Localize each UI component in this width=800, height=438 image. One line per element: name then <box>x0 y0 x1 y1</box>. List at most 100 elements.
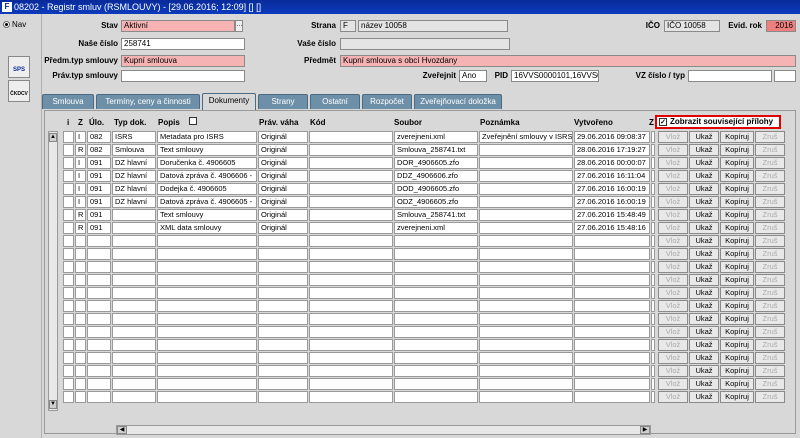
cell-popis[interactable]: Metadata pro ISRS <box>157 131 257 143</box>
cell-ulo[interactable] <box>87 365 111 377</box>
table-row[interactable]: I 091 DZ hlavní Datová zpráva č. 4906606 -O… <box>48 170 788 183</box>
cell-vytvoreno[interactable]: 27.06.2016 16:00:19 <box>574 196 650 208</box>
ukaz-button[interactable]: Ukaž <box>689 131 719 143</box>
cell-i[interactable] <box>63 235 74 247</box>
cell-kod[interactable] <box>309 183 393 195</box>
cell-z2[interactable] <box>651 261 655 273</box>
predm-typ-field[interactable]: Kupní smlouva <box>121 55 245 67</box>
horizontal-scrollbar[interactable]: ◀ ▶ <box>116 425 651 435</box>
strana-code-field[interactable]: F <box>340 20 356 32</box>
vloz-button[interactable]: Vlož <box>658 287 688 299</box>
cell-popis[interactable]: Dodejka č. 4906605 <box>157 183 257 195</box>
cell-soubor[interactable] <box>394 391 478 403</box>
kopiruj-button[interactable]: Kopíruj <box>720 196 754 208</box>
cell-typ[interactable]: DZ hlavní <box>112 157 156 169</box>
cell-poznamka[interactable] <box>479 326 573 338</box>
table-row[interactable]: Vlož Ukaž Kopíruj Zruš <box>48 248 788 261</box>
cell-kod[interactable] <box>309 339 393 351</box>
cell-popis[interactable] <box>157 326 257 338</box>
evid-rok-field[interactable]: 2016 <box>766 20 796 32</box>
table-row[interactable]: Vlož Ukaž Kopíruj Zruš <box>48 313 788 326</box>
cell-ulo[interactable]: 091 <box>87 196 111 208</box>
kopiruj-button[interactable]: Kopíruj <box>720 326 754 338</box>
vloz-button[interactable]: Vlož <box>658 274 688 286</box>
table-row[interactable]: I 082 ISRS Metadata pro ISRS Originál zverejn… <box>48 131 788 144</box>
nase-cislo-field[interactable]: 258741 <box>121 38 245 50</box>
cell-ulo[interactable] <box>87 313 111 325</box>
cell-z[interactable] <box>75 326 86 338</box>
cell-prav[interactable]: Originál <box>258 196 308 208</box>
cell-poznamka[interactable] <box>479 209 573 221</box>
cell-i[interactable] <box>63 196 74 208</box>
cell-vytvoreno[interactable] <box>574 326 650 338</box>
cell-prav[interactable] <box>258 300 308 312</box>
prav-typ-field[interactable] <box>121 70 245 82</box>
cell-kod[interactable] <box>309 222 393 234</box>
vz-typ-field[interactable] <box>774 70 796 82</box>
cell-soubor[interactable]: Smlouva_258741.txt <box>394 144 478 156</box>
ckdcv-icon[interactable]: ČKDCV <box>8 80 30 102</box>
cell-typ[interactable] <box>112 339 156 351</box>
zrus-button[interactable]: Zruš <box>755 157 785 169</box>
cell-vytvoreno[interactable] <box>574 300 650 312</box>
kopiruj-button[interactable]: Kopíruj <box>720 131 754 143</box>
zrus-button[interactable]: Zruš <box>755 170 785 182</box>
zverejnit-field[interactable]: Ano <box>459 70 487 82</box>
cell-prav[interactable] <box>258 261 308 273</box>
cell-z2[interactable]: Z <box>651 170 655 182</box>
cell-i[interactable] <box>63 144 74 156</box>
zrus-button[interactable]: Zruš <box>755 326 785 338</box>
tab-terminy[interactable]: Termíny, ceny a činnosti <box>96 94 200 109</box>
cell-ulo[interactable] <box>87 235 111 247</box>
vloz-button[interactable]: Vlož <box>658 170 688 182</box>
cell-z2[interactable] <box>651 365 655 377</box>
kopiruj-button[interactable]: Kopíruj <box>720 274 754 286</box>
ukaz-button[interactable]: Ukaž <box>689 248 719 260</box>
cell-soubor[interactable] <box>394 339 478 351</box>
cell-prav[interactable] <box>258 352 308 364</box>
vertical-scrollbar[interactable]: ▲ ▼ <box>48 131 58 411</box>
cell-popis[interactable] <box>157 339 257 351</box>
cell-soubor[interactable] <box>394 235 478 247</box>
zrus-button[interactable]: Zruš <box>755 313 785 325</box>
cell-poznamka[interactable] <box>479 196 573 208</box>
cell-popis[interactable] <box>157 248 257 260</box>
table-row[interactable]: Vlož Ukaž Kopíruj Zruš <box>48 365 788 378</box>
cell-soubor[interactable] <box>394 365 478 377</box>
cell-z2[interactable]: Z <box>651 209 655 221</box>
cell-vytvoreno[interactable] <box>574 274 650 286</box>
ukaz-button[interactable]: Ukaž <box>689 274 719 286</box>
cell-ulo[interactable]: 091 <box>87 222 111 234</box>
stav-field[interactable]: Aktivní <box>121 20 235 32</box>
cell-z[interactable] <box>75 274 86 286</box>
strana-name-field[interactable]: název 10058 <box>358 20 508 32</box>
cell-z2[interactable]: Z <box>651 144 655 156</box>
cell-vytvoreno[interactable] <box>574 391 650 403</box>
kopiruj-button[interactable]: Kopíruj <box>720 365 754 377</box>
cell-z2[interactable] <box>651 300 655 312</box>
cell-poznamka[interactable] <box>479 391 573 403</box>
zrus-button[interactable]: Zruš <box>755 235 785 247</box>
cell-kod[interactable] <box>309 300 393 312</box>
table-row[interactable]: Vlož Ukaž Kopíruj Zruš <box>48 378 788 391</box>
cell-typ[interactable]: ISRS <box>112 131 156 143</box>
cell-prav[interactable]: Originál <box>258 157 308 169</box>
cell-z[interactable]: I <box>75 131 86 143</box>
vloz-button[interactable]: Vlož <box>658 235 688 247</box>
cell-z[interactable]: R <box>75 222 86 234</box>
cell-soubor[interactable] <box>394 287 478 299</box>
vloz-button[interactable]: Vlož <box>658 131 688 143</box>
cell-soubor[interactable]: DDZ_4906606.zfo <box>394 170 478 182</box>
cell-soubor[interactable] <box>394 313 478 325</box>
table-row[interactable]: Vlož Ukaž Kopíruj Zruš <box>48 235 788 248</box>
ukaz-button[interactable]: Ukaž <box>689 313 719 325</box>
sps-icon[interactable]: SPS <box>8 56 30 78</box>
cell-i[interactable] <box>63 274 74 286</box>
ukaz-button[interactable]: Ukaž <box>689 183 719 195</box>
cell-soubor[interactable]: zverejneni.xml <box>394 222 478 234</box>
ukaz-button[interactable]: Ukaž <box>689 326 719 338</box>
cell-z[interactable] <box>75 378 86 390</box>
kopiruj-button[interactable]: Kopíruj <box>720 300 754 312</box>
cell-typ[interactable] <box>112 378 156 390</box>
vloz-button[interactable]: Vlož <box>658 261 688 273</box>
